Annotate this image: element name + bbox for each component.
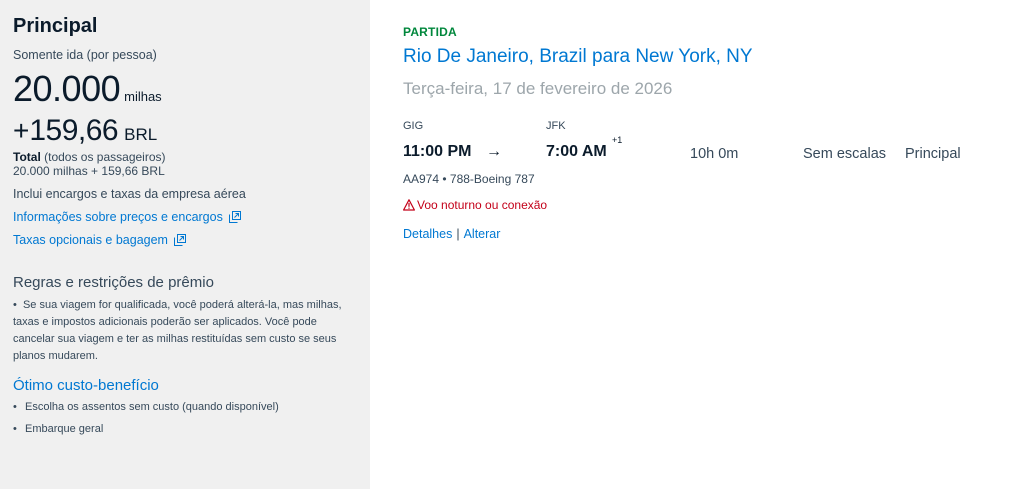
- miles-amount: 20.000: [13, 68, 121, 109]
- next-day-indicator: +1: [612, 135, 623, 145]
- departure-time: 11:00 PM: [403, 143, 472, 160]
- warning-icon: [403, 199, 415, 211]
- award-rules-title: Regras e restrições de prêmio: [13, 274, 214, 291]
- total-amount: 20.000 milhas + 159,66 BRL: [13, 164, 165, 178]
- plus-sign: +: [13, 115, 30, 146]
- cash-price: +159,66 BRL: [13, 113, 358, 149]
- pricing-info-label: Informações sobre preços e encargos: [13, 210, 223, 224]
- bullet-dot: •: [13, 423, 17, 435]
- flight-details: PARTIDA Rio De Janeiro, Brazil para New …: [403, 0, 1003, 489]
- baggage-fees-label: Taxas opcionais e bagagem: [13, 233, 168, 247]
- price-currency: BRL: [124, 125, 158, 144]
- stops-info: Sem escalas: [803, 146, 887, 162]
- departure-label: PARTIDA: [403, 25, 457, 39]
- list-item: • Embarque geral: [13, 421, 358, 437]
- value-title: Ótimo custo-benefício: [13, 377, 159, 394]
- award-rules-body: Se sua viagem for qualificada, você pode…: [13, 299, 342, 362]
- origin-code: GIG: [403, 120, 424, 132]
- total-label: Total: [13, 150, 41, 164]
- list-item: • Escolha os assentos sem custo (quando d…: [13, 399, 358, 415]
- flight-date: Terça-feira, 17 de fevereiro de 2026: [403, 79, 673, 98]
- total-label-line: Total (todos os passageiros): [13, 150, 358, 164]
- award-rules-text: • Se sua viagem for qualificada, você po…: [13, 297, 348, 365]
- bullet-dot: •: [13, 299, 23, 311]
- external-window-icon: [228, 211, 241, 223]
- flight-duration: 10h 0m: [690, 146, 739, 162]
- miles-price: 20.000 milhas: [13, 69, 358, 109]
- overnight-warning: Voo noturno ou conexão: [403, 198, 547, 212]
- benefit-seats: Escolha os assentos sem custo (quando di…: [25, 401, 279, 413]
- flight-actions: Detalhes | Alterar: [403, 227, 500, 241]
- total-note: (todos os passageiros): [40, 150, 166, 164]
- flight-number-aircraft: AA974 • 788-Boeing 787: [403, 172, 535, 186]
- details-link[interactable]: Detalhes: [403, 227, 452, 241]
- route-title: Rio De Janeiro, Brazil para New York, NY: [403, 46, 753, 67]
- fare-summary-panel: Principal Somente ida (por pessoa) 20.00…: [0, 0, 370, 489]
- cabin-class: Principal: [905, 146, 961, 162]
- baggage-fees-link[interactable]: Taxas opcionais e bagagem: [13, 232, 358, 248]
- arrow-right-icon: →: [486, 143, 502, 160]
- includes-note: Inclui encargos e taxas da empresa aérea: [13, 187, 246, 201]
- arrival-time: 7:00 AM: [546, 143, 607, 160]
- pricing-info-link[interactable]: Informações sobre preços e encargos: [13, 209, 358, 225]
- change-link[interactable]: Alterar: [464, 227, 501, 241]
- bullet-dot: •: [13, 401, 17, 413]
- cabin-title: Principal: [13, 15, 98, 37]
- miles-unit: milhas: [124, 89, 162, 104]
- link-separator: |: [456, 227, 460, 241]
- external-window-icon: [173, 234, 186, 246]
- benefit-boarding: Embarque geral: [25, 423, 104, 435]
- destination-code: JFK: [546, 120, 566, 132]
- warning-text: Voo noturno ou conexão: [417, 198, 548, 212]
- trip-type: Somente ida (por pessoa): [13, 48, 157, 62]
- price-amount: 159,66: [29, 114, 119, 147]
